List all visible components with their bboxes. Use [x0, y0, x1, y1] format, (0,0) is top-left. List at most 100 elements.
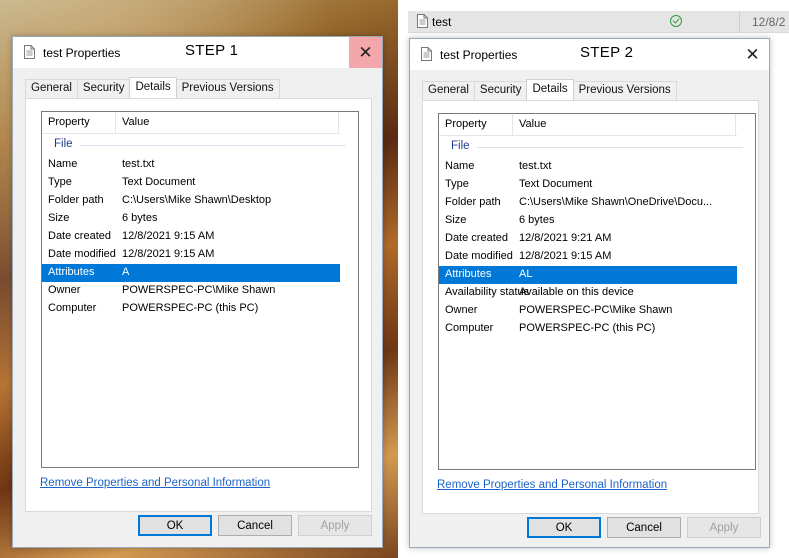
property-row-attributes[interactable]: Attributes AL [439, 266, 737, 284]
tab-previous-versions[interactable]: Previous Versions [175, 79, 280, 98]
explorer-file-name: test [432, 15, 452, 29]
property-row-availability-status[interactable]: Availability status Available on this dev… [439, 284, 737, 302]
property-row-date-modified[interactable]: Date modified 12/8/2021 9:15 AM [42, 246, 340, 264]
tab-general[interactable]: General [25, 79, 78, 98]
property-value: Text Document [519, 178, 593, 190]
property-value: test.txt [519, 160, 552, 172]
property-value: Text Document [122, 176, 196, 188]
column-divider[interactable] [338, 112, 339, 134]
group-divider [477, 147, 743, 148]
properties-list[interactable]: Property Value File Name test.txt Type Tex… [438, 113, 756, 470]
property-value: POWERSPEC-PC\Mike Shawn [519, 304, 673, 316]
close-icon[interactable]: ✕ [736, 39, 769, 70]
property-row-owner[interactable]: Owner POWERSPEC-PC\Mike Shawn [42, 282, 340, 300]
property-key: Type [445, 178, 469, 190]
tab-general[interactable]: General [422, 81, 475, 100]
explorer-file-row[interactable]: test 12/8/2 [408, 11, 789, 33]
property-key: Date created [48, 230, 111, 242]
document-icon [417, 14, 428, 31]
step-label: STEP 1 [185, 42, 239, 59]
property-key: Date created [445, 232, 508, 244]
list-header: Property Value [42, 112, 340, 134]
property-row-computer[interactable]: Computer POWERSPEC-PC (this PC) [42, 300, 340, 318]
column-header-value[interactable]: Value [122, 116, 149, 128]
property-row-computer[interactable]: Computer POWERSPEC-PC (this PC) [439, 320, 737, 338]
property-row-owner[interactable]: Owner POWERSPEC-PC\Mike Shawn [439, 302, 737, 320]
property-key: Availability status [445, 286, 530, 298]
step-label: STEP 2 [580, 44, 634, 61]
property-key: Owner [48, 284, 81, 296]
group-header-file: File [54, 138, 73, 150]
tab-details[interactable]: Details [526, 79, 574, 101]
group-header-file: File [451, 140, 470, 152]
property-value: 12/8/2021 9:15 AM [519, 250, 612, 262]
property-key: Type [48, 176, 72, 188]
column-header-property[interactable]: Property [48, 116, 90, 128]
document-icon [24, 45, 35, 62]
property-rows: Name test.txt Type Text Document Folder pa… [42, 156, 342, 318]
tab-security[interactable]: Security [76, 79, 131, 98]
property-key: Name [445, 160, 475, 172]
property-value: 12/8/2021 9:15 AM [122, 230, 215, 242]
column-divider [739, 11, 740, 33]
property-value: 12/8/2021 9:15 AM [122, 248, 215, 260]
property-value: POWERSPEC-PC\Mike Shawn [122, 284, 276, 296]
remove-properties-link[interactable]: Remove Properties and Personal Informati… [437, 479, 667, 491]
property-row-type[interactable]: Type Text Document [42, 174, 340, 192]
tab-security[interactable]: Security [473, 81, 528, 100]
tab-details[interactable]: Details [129, 77, 177, 99]
property-row-name[interactable]: Name test.txt [439, 158, 737, 176]
property-row-size[interactable]: Size 6 bytes [42, 210, 340, 228]
property-value: POWERSPEC-PC (this PC) [122, 302, 259, 314]
property-row-folder-path[interactable]: Folder path C:\Users\Mike Shawn\Desktop [42, 192, 340, 210]
document-icon [421, 47, 432, 64]
remove-properties-link[interactable]: Remove Properties and Personal Informati… [40, 477, 270, 489]
column-header-value[interactable]: Value [519, 118, 546, 130]
ok-button[interactable]: OK [138, 515, 212, 536]
properties-dialog-step-1: test Properties STEP 1 ✕ General Securit… [12, 36, 383, 548]
cancel-button[interactable]: Cancel [218, 515, 292, 536]
close-icon[interactable]: ✕ [349, 37, 382, 68]
apply-button[interactable]: Apply [687, 517, 761, 538]
property-row-date-created[interactable]: Date created 12/8/2021 9:15 AM [42, 228, 340, 246]
property-key: Attributes [48, 266, 95, 278]
column-header-property[interactable]: Property [445, 118, 487, 130]
cancel-button[interactable]: Cancel [607, 517, 681, 538]
column-divider[interactable] [115, 112, 116, 134]
property-row-date-created[interactable]: Date created 12/8/2021 9:21 AM [439, 230, 737, 248]
property-key: Computer [445, 322, 494, 334]
window-title: test Properties [440, 48, 518, 62]
ok-button[interactable]: OK [527, 517, 601, 538]
list-header: Property Value [439, 114, 737, 136]
property-key: Owner [445, 304, 478, 316]
property-key: Folder path [48, 194, 104, 206]
property-row-attributes[interactable]: Attributes A [42, 264, 340, 282]
property-value: 12/8/2021 9:21 AM [519, 232, 612, 244]
property-value: test.txt [122, 158, 155, 170]
property-key: Date modified [445, 250, 513, 262]
property-row-folder-path[interactable]: Folder path C:\Users\Mike Shawn\OneDrive\… [439, 194, 737, 212]
tab-strip: General Security Details Previous Versio… [25, 77, 280, 99]
property-value: A [122, 266, 130, 278]
property-key: Size [48, 212, 70, 224]
property-value: 6 bytes [519, 214, 555, 226]
title-bar[interactable]: test Properties STEP 1 ✕ [13, 37, 382, 68]
apply-button[interactable]: Apply [298, 515, 372, 536]
tab-previous-versions[interactable]: Previous Versions [572, 81, 677, 100]
column-divider[interactable] [735, 114, 736, 136]
property-row-size[interactable]: Size 6 bytes [439, 212, 737, 230]
property-key: Date modified [48, 248, 116, 260]
property-row-date-modified[interactable]: Date modified 12/8/2021 9:15 AM [439, 248, 737, 266]
property-row-name[interactable]: Name test.txt [42, 156, 340, 174]
details-panel: Property Value File Name test.txt Type Tex… [25, 98, 372, 512]
property-value: Available on this device [519, 286, 634, 298]
property-key: Computer [48, 302, 97, 314]
sync-status-check-icon [670, 15, 682, 27]
property-row-type[interactable]: Type Text Document [439, 176, 737, 194]
group-divider [80, 145, 346, 146]
properties-list[interactable]: Property Value File Name test.txt Type Tex… [41, 111, 359, 468]
title-bar[interactable]: test Properties STEP 2 ✕ [410, 39, 769, 70]
column-divider[interactable] [512, 114, 513, 136]
window-title: test Properties [43, 46, 121, 60]
property-rows: Name test.txt Type Text Document Folder pa… [439, 158, 739, 338]
